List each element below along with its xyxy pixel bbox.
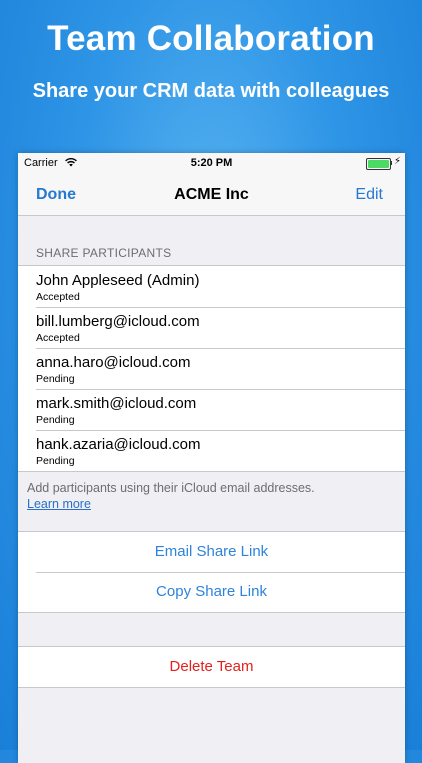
battery-tip bbox=[390, 161, 392, 165]
battery-level bbox=[368, 160, 389, 168]
share-actions-group: Email Share Link Copy Share Link bbox=[18, 531, 405, 613]
phone-screen: Carrier 5:20 PM ⚡ Done ACME Inc Edit SHA… bbox=[18, 153, 405, 763]
navigation-bar: Done ACME Inc Edit bbox=[18, 173, 405, 216]
email-share-link-button[interactable]: Email Share Link bbox=[18, 532, 405, 572]
copy-share-link-button[interactable]: Copy Share Link bbox=[18, 572, 405, 612]
delete-group: Delete Team bbox=[18, 646, 405, 688]
nav-title: ACME Inc bbox=[174, 186, 249, 203]
participant-row[interactable]: John Appleseed (Admin) Accepted bbox=[18, 266, 405, 307]
status-bar: Carrier 5:20 PM ⚡ bbox=[18, 153, 405, 173]
participant-status: Pending bbox=[36, 455, 75, 467]
participant-name: anna.haro@icloud.com bbox=[36, 354, 191, 371]
participant-name: John Appleseed (Admin) bbox=[36, 272, 200, 289]
status-time: 5:20 PM bbox=[190, 157, 233, 169]
participants-section-header: SHARE PARTICIPANTS bbox=[36, 246, 172, 260]
promo-subtitle: Share your CRM data with colleagues bbox=[32, 80, 390, 102]
promo-title: Team Collaboration bbox=[47, 19, 375, 58]
participant-row[interactable]: anna.haro@icloud.com Pending bbox=[18, 348, 405, 389]
participant-row[interactable]: bill.lumberg@icloud.com Accepted bbox=[18, 307, 405, 348]
footer-text: Add participants using their iCloud emai… bbox=[27, 481, 315, 495]
participant-status: Pending bbox=[36, 414, 75, 426]
participant-name: hank.azaria@icloud.com bbox=[36, 436, 201, 453]
participant-row[interactable]: mark.smith@icloud.com Pending bbox=[18, 389, 405, 430]
delete-team-button[interactable]: Delete Team bbox=[18, 647, 405, 687]
participant-status: Pending bbox=[36, 373, 75, 385]
battery-icon bbox=[366, 158, 391, 170]
charging-bolt-icon: ⚡ bbox=[394, 156, 402, 167]
participant-status: Accepted bbox=[36, 332, 80, 344]
participant-name: mark.smith@icloud.com bbox=[36, 395, 197, 412]
participants-footer-note: Add participants using their iCloud emai… bbox=[27, 480, 397, 512]
participants-list: John Appleseed (Admin) Accepted bill.lum… bbox=[18, 265, 405, 472]
participant-name: bill.lumberg@icloud.com bbox=[36, 313, 200, 330]
edit-button[interactable]: Edit bbox=[355, 186, 383, 204]
participant-status: Accepted bbox=[36, 291, 80, 303]
participant-row[interactable]: hank.azaria@icloud.com Pending bbox=[18, 430, 405, 471]
learn-more-link[interactable]: Learn more bbox=[27, 497, 91, 511]
